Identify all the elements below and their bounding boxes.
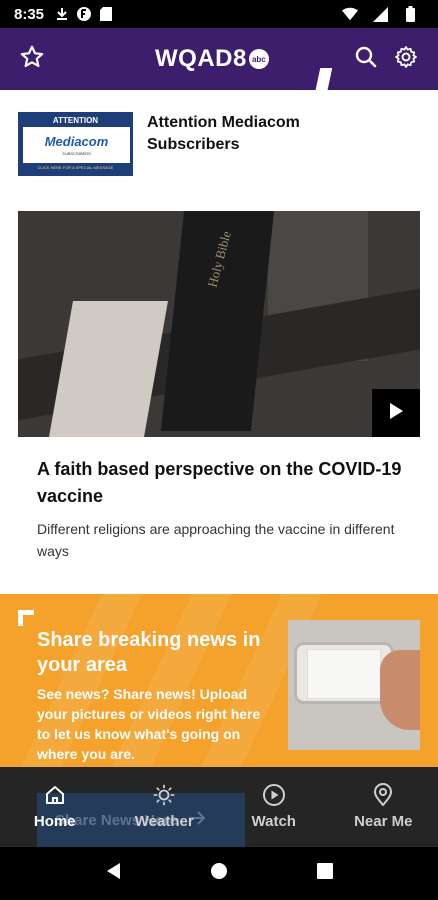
phone-image [294, 642, 394, 704]
status-bar: 8:35 [0, 0, 438, 28]
hand-image [380, 650, 420, 730]
app-header: WQAD8 abc [0, 28, 438, 90]
header-decoration [311, 68, 333, 90]
promo-thumbnail: ATTENTION Mediacom SUBSCRIBERS CLICK HER… [18, 112, 133, 176]
gear-icon [394, 45, 418, 74]
logo-text: WQAD8 [155, 45, 247, 72]
search-icon [354, 45, 378, 74]
sd-card-icon [98, 6, 114, 22]
nav-weather-label: Weather [134, 813, 194, 830]
battery-icon [402, 6, 418, 22]
home-system-button[interactable] [204, 859, 234, 889]
system-nav-bar [0, 847, 438, 900]
thumb-click-here: CLICK HERE FOR A SPECIAL MESSAGE [37, 165, 114, 170]
banner-corner-mark [18, 610, 34, 626]
banner-phone-photo [288, 620, 420, 750]
nav-watch[interactable]: Watch [219, 767, 329, 847]
nav-watch-label: Watch [251, 813, 296, 830]
banner-body: See news? Share news! Upload your pictur… [37, 686, 261, 762]
hero-pages [43, 301, 168, 437]
app-icon [76, 6, 92, 22]
thumb-logo-panel: Mediacom SUBSCRIBERS [23, 127, 130, 163]
play-circle-icon [262, 783, 286, 807]
promo-title[interactable]: Attention Mediacom Subscribers [147, 112, 347, 178]
news-feed[interactable]: ATTENTION Mediacom SUBSCRIBERS CLICK HER… [0, 90, 438, 767]
settings-button[interactable] [390, 43, 422, 75]
promo-story[interactable]: ATTENTION Mediacom SUBSCRIBERS CLICK HER… [18, 112, 418, 178]
nav-home-label: Home [33, 813, 76, 830]
back-button[interactable] [98, 859, 128, 889]
article-subhead: Different religions are approaching the … [37, 521, 395, 559]
share-news-banner[interactable]: Share breaking news in your area See new… [0, 594, 438, 767]
recents-icon [317, 863, 333, 884]
play-button[interactable] [372, 389, 420, 437]
nav-near-me[interactable]: Near Me [329, 767, 438, 847]
nav-weather[interactable]: Weather [110, 767, 220, 847]
download-icon [54, 6, 70, 22]
signal-icon [372, 6, 388, 22]
location-pin-icon [371, 783, 395, 807]
wifi-icon [342, 6, 358, 22]
hero-video[interactable]: Holy Bible [18, 211, 420, 437]
star-icon [19, 44, 45, 75]
recents-button[interactable] [310, 859, 340, 889]
play-icon [388, 402, 404, 425]
home-circle-icon [210, 862, 228, 885]
article-headline[interactable]: A faith based perspective on the COVID-1… [37, 456, 407, 510]
bottom-nav: Share News Here Home Weather Watch Near … [0, 767, 438, 847]
search-button[interactable] [350, 43, 382, 75]
status-time: 8:35 [14, 5, 45, 23]
thumb-brand: Mediacom [44, 134, 109, 149]
home-icon [43, 783, 67, 807]
network-badge: abc [248, 49, 269, 69]
back-icon [105, 862, 121, 885]
thumb-subscribers: SUBSCRIBERS [62, 151, 91, 156]
nav-near-me-label: Near Me [354, 813, 413, 830]
favorites-button[interactable] [16, 43, 48, 75]
banner-title: Share breaking news in your area [37, 629, 261, 676]
nav-home[interactable]: Home [0, 767, 110, 847]
thumb-attention: ATTENTION [52, 116, 99, 125]
sun-icon [152, 783, 176, 807]
station-logo[interactable]: WQAD8 abc [155, 45, 269, 73]
